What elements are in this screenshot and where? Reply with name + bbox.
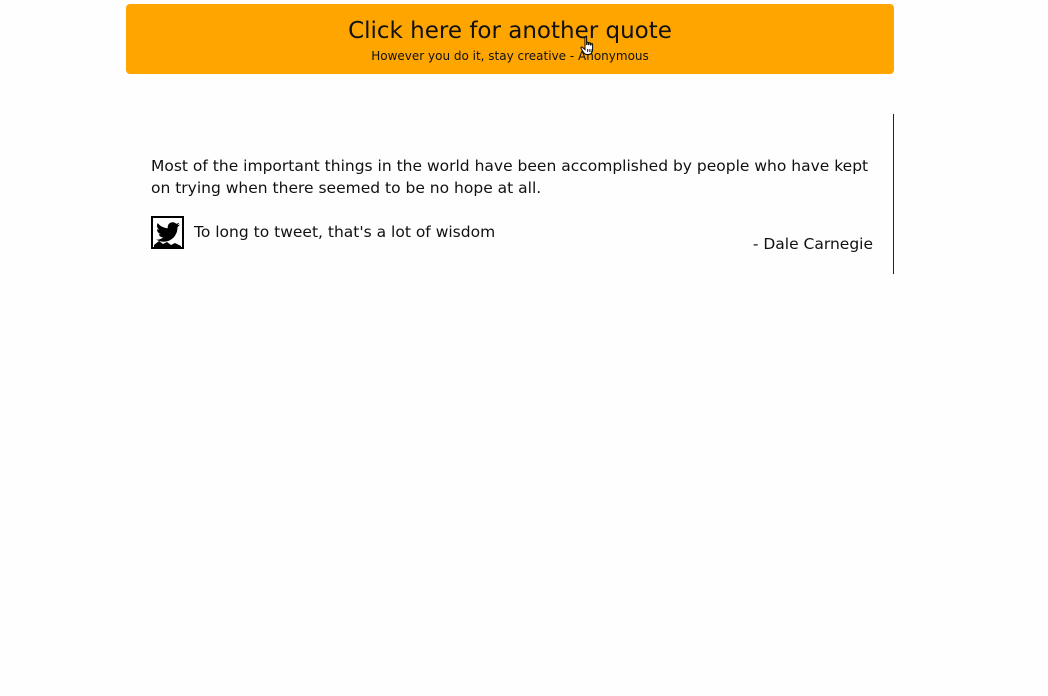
- button-subtitle: However you do it, stay creative - Anony…: [371, 49, 649, 63]
- tweet-row: To long to tweet, that's a lot of wisdom: [151, 215, 495, 249]
- quote-panel: Most of the important things in the worl…: [126, 114, 894, 274]
- twitter-icon[interactable]: [151, 215, 184, 249]
- quote-author: - Dale Carnegie: [752, 235, 873, 253]
- tweet-note: To long to tweet, that's a lot of wisdom: [194, 223, 496, 241]
- quote-text: Most of the important things in the worl…: [151, 157, 869, 197]
- new-quote-button[interactable]: Click here for another quote However you…: [126, 4, 894, 74]
- new-quote-button-label: Click here for another quote: [348, 18, 672, 44]
- hand-pointer-icon: [580, 36, 594, 55]
